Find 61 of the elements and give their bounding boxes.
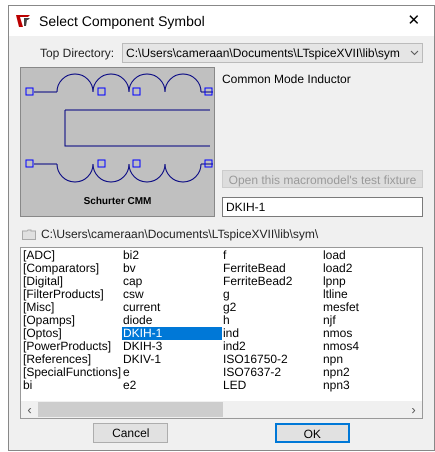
list-item[interactable]: nmos4 xyxy=(322,340,422,353)
list-item[interactable]: ltline xyxy=(322,288,422,301)
symbol-description: Common Mode Inductor xyxy=(222,71,352,88)
top-directory-dropdown[interactable]: C:\Users\cameraan\Documents\LTspiceXVII\lib\sym xyxy=(122,43,423,63)
scroll-left-button[interactable]: ‹ xyxy=(21,400,38,420)
list-item[interactable]: bi2 xyxy=(122,249,222,262)
list-item[interactable]: npn2 xyxy=(322,366,422,379)
list-item[interactable]: FerriteBead xyxy=(222,262,322,275)
list-item[interactable]: load2 xyxy=(322,262,422,275)
list-item[interactable]: [Opamps] xyxy=(22,314,122,327)
list-item[interactable]: LED xyxy=(222,379,322,392)
list-item[interactable]: [Optos] xyxy=(22,327,122,340)
list-item[interactable]: e2 xyxy=(122,379,222,392)
list-item[interactable]: e xyxy=(122,366,222,379)
list-item[interactable]: ISO7637-2 xyxy=(222,366,322,379)
dialog-button[interactable]: Cancel xyxy=(93,423,168,443)
list-item[interactable]: f xyxy=(222,249,322,262)
list-item[interactable]: [ADC] xyxy=(22,249,122,262)
list-item[interactable]: [SpecialFunctions] xyxy=(22,366,122,379)
list-item[interactable]: [References] xyxy=(22,353,122,366)
list-item[interactable]: [Digital] xyxy=(22,275,122,288)
list-item[interactable]: bi xyxy=(22,379,122,392)
list-item[interactable]: DKIH-1 xyxy=(122,327,222,340)
list-item[interactable]: ind2 xyxy=(222,340,322,353)
list-item[interactable]: g xyxy=(222,288,322,301)
window-title: Select Component Symbol xyxy=(39,12,206,31)
chevron-down-icon xyxy=(410,50,419,56)
dialog-button[interactable]: OK xyxy=(274,423,350,443)
list-item[interactable]: lpnp xyxy=(322,275,422,288)
symbol-name-field[interactable]: DKIH-1 xyxy=(222,197,423,217)
list-item[interactable]: load xyxy=(322,249,422,262)
list-item[interactable]: ind xyxy=(222,327,322,340)
list-item[interactable]: cap xyxy=(122,275,222,288)
top-directory-label: Top Directory: xyxy=(40,45,114,62)
list-item[interactable]: csw xyxy=(122,288,222,301)
scrollbar-thumb[interactable] xyxy=(38,402,223,417)
scroll-right-button[interactable]: › xyxy=(405,400,422,420)
list-item[interactable]: npn xyxy=(322,353,422,366)
list-item[interactable]: mesfet xyxy=(322,301,422,314)
app-logo-icon xyxy=(15,14,31,28)
list-item[interactable]: [Misc] xyxy=(22,301,122,314)
list-item[interactable]: current xyxy=(122,301,222,314)
list-item[interactable]: [PowerProducts] xyxy=(22,340,122,353)
symbol-caption: Schurter CMM xyxy=(84,195,152,209)
list-item[interactable]: ISO16750-2 xyxy=(222,353,322,366)
list-item[interactable]: npn3 xyxy=(322,379,422,392)
list-item[interactable]: nmos xyxy=(322,327,422,340)
current-path: C:\Users\cameraan\Documents\LTspiceXVII\lib\sym\ xyxy=(41,226,318,243)
list-item[interactable]: g2 xyxy=(222,301,322,314)
list-item[interactable]: [FilterProducts] xyxy=(22,288,122,301)
list-item[interactable]: njf xyxy=(322,314,422,327)
folder-icon xyxy=(22,228,36,240)
list-item[interactable]: h xyxy=(222,314,322,327)
close-button[interactable]: ✕ xyxy=(400,9,428,33)
list-item[interactable]: [Comparators] xyxy=(22,262,122,275)
horizontal-scrollbar[interactable]: ‹ › xyxy=(21,401,422,418)
list-item[interactable]: bv xyxy=(122,262,222,275)
list-item[interactable]: diode xyxy=(122,314,222,327)
list-item[interactable]: FerriteBead2 xyxy=(222,275,322,288)
list-item[interactable]: DKIV-1 xyxy=(122,353,222,366)
list-item[interactable]: DKIH-3 xyxy=(122,340,222,353)
